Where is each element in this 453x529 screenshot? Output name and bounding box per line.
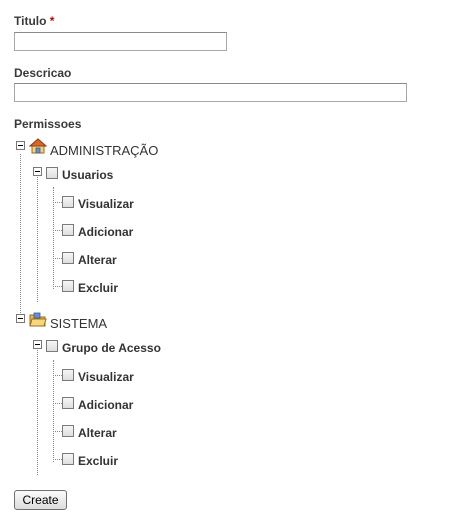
- leaf-label-usuarios-excluir[interactable]: Excluir: [78, 281, 118, 295]
- tree-node-grupo-de-acesso[interactable]: Grupo de Acesso: [62, 341, 161, 355]
- collapse-toggle-usuarios[interactable]: [33, 167, 42, 176]
- tree-node-administracao[interactable]: ADMINISTRAÇÃO: [50, 143, 158, 158]
- home-icon: [29, 138, 47, 154]
- tree-line: [53, 375, 62, 376]
- checkbox-grupo-visualizar[interactable]: [62, 369, 74, 381]
- collapse-toggle-sistema[interactable]: [16, 314, 25, 323]
- checkbox-usuarios-adicionar[interactable]: [62, 224, 74, 236]
- create-button[interactable]: Create: [14, 490, 67, 510]
- tree-line: [20, 154, 21, 319]
- checkbox-usuarios-visualizar[interactable]: [62, 196, 74, 208]
- checkbox-grupo-alterar[interactable]: [62, 425, 74, 437]
- checkbox-grupo-de-acesso[interactable]: [46, 340, 58, 352]
- checkbox-usuarios[interactable]: [46, 167, 58, 179]
- checkbox-grupo-excluir[interactable]: [62, 453, 74, 465]
- collapse-toggle-administracao[interactable]: [16, 141, 25, 150]
- leaf-label-grupo-excluir[interactable]: Excluir: [78, 454, 118, 468]
- tree-line: [53, 459, 62, 460]
- tree-line: [53, 403, 62, 404]
- tree-node-sistema[interactable]: SISTEMA: [50, 316, 107, 331]
- leaf-label-grupo-visualizar[interactable]: Visualizar: [78, 370, 134, 384]
- leaf-label-usuarios-adicionar[interactable]: Adicionar: [78, 225, 133, 239]
- leaf-label-grupo-adicionar[interactable]: Adicionar: [78, 398, 133, 412]
- tree-line: [53, 286, 62, 287]
- tree-line: [37, 350, 38, 475]
- tree-line: [53, 230, 62, 231]
- tree-node-usuarios[interactable]: Usuarios: [62, 168, 113, 182]
- checkbox-usuarios-excluir[interactable]: [62, 280, 74, 292]
- checkbox-usuarios-alterar[interactable]: [62, 252, 74, 264]
- tree-line: [53, 202, 62, 203]
- leaf-label-usuarios-alterar[interactable]: Alterar: [78, 253, 117, 267]
- tree-line: [37, 177, 38, 302]
- collapse-toggle-grupo-de-acesso[interactable]: [33, 340, 42, 349]
- checkbox-grupo-adicionar[interactable]: [62, 397, 74, 409]
- leaf-label-grupo-alterar[interactable]: Alterar: [78, 426, 117, 440]
- leaf-label-usuarios-visualizar[interactable]: Visualizar: [78, 197, 134, 211]
- folder-icon: [29, 312, 47, 327]
- tree-line: [53, 431, 62, 432]
- permissions-tree: ADMINISTRAÇÃO Usuarios Visualizar Adicio…: [0, 0, 453, 529]
- tree-line: [53, 258, 62, 259]
